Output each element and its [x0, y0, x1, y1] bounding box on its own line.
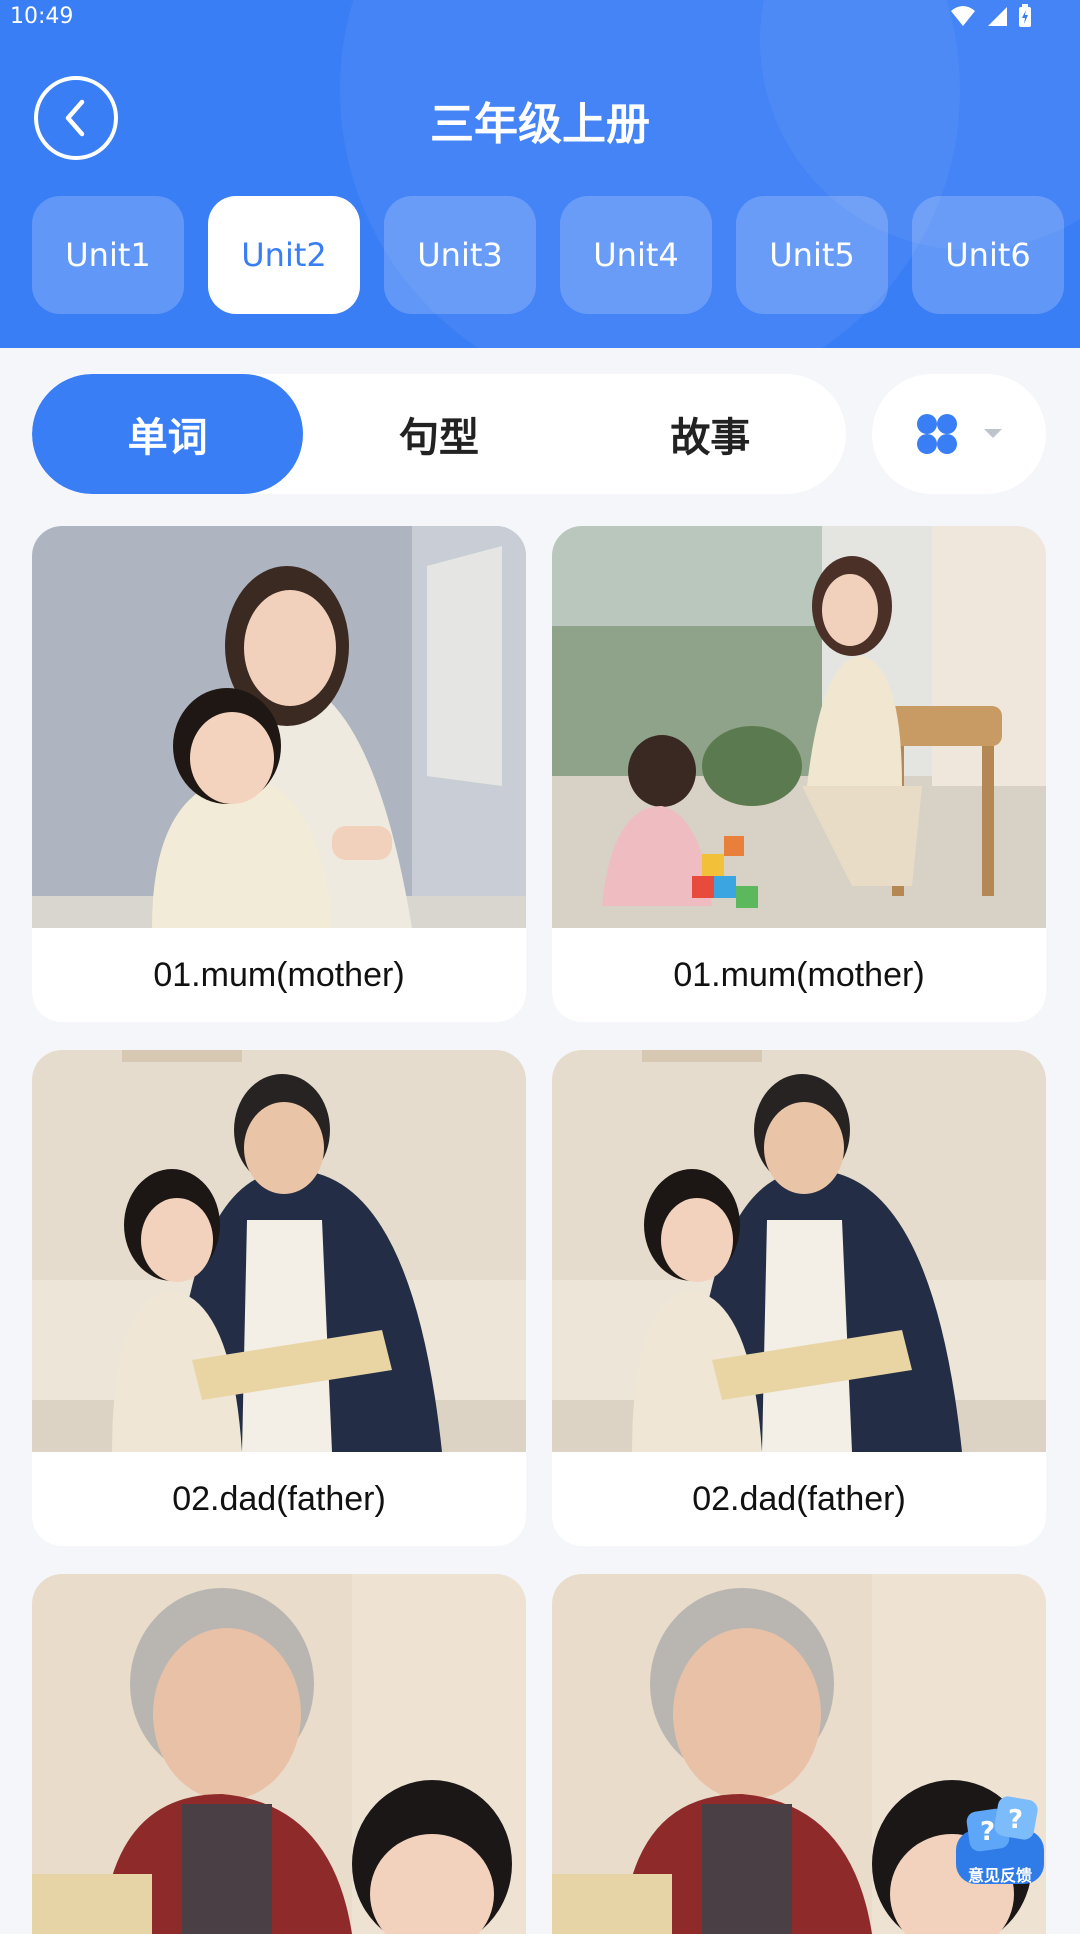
word-card[interactable]: 01.mum(mother)	[32, 526, 526, 1022]
word-card[interactable]: 01.mum(mother)	[552, 526, 1046, 1022]
card-image	[552, 1050, 1046, 1452]
svg-text:?: ?	[980, 1817, 995, 1847]
page-title: 三年级上册	[430, 99, 650, 150]
tab-unit6[interactable]: Unit6	[912, 196, 1064, 314]
word-card[interactable]: 02.dad(father)	[552, 1050, 1046, 1546]
card-caption: 01.mum(mother)	[153, 955, 405, 994]
tab-unit4[interactable]: Unit4	[560, 196, 712, 314]
tab-unit2[interactable]: Unit2	[208, 196, 360, 314]
card-caption: 01.mum(mother)	[673, 955, 925, 994]
wifi-icon	[951, 6, 975, 26]
battery-icon	[1019, 4, 1031, 27]
card-caption: 02.dad(father)	[692, 1479, 906, 1518]
status-time: 10:49	[10, 4, 74, 29]
card-image	[32, 1574, 526, 1934]
card-image	[32, 1050, 526, 1452]
card-caption: 02.dad(father)	[172, 1479, 386, 1518]
card-image	[552, 526, 1046, 928]
view-mode-dropdown[interactable]	[872, 374, 1046, 494]
word-card[interactable]	[32, 1574, 526, 1934]
card-image	[32, 526, 526, 928]
content-type-segment: 单词 句型 故事	[32, 374, 846, 494]
segment-words[interactable]: 单词	[32, 374, 304, 494]
unit-tabs: Unit1 Unit2 Unit3 Unit4 Unit5 Unit6	[32, 196, 1064, 314]
status-icons	[950, 4, 1032, 28]
signal-icon	[988, 7, 1007, 26]
tab-unit5[interactable]: Unit5	[736, 196, 888, 314]
chevron-down-icon	[984, 429, 1002, 438]
tab-unit3[interactable]: Unit3	[384, 196, 536, 314]
word-card[interactable]: 02.dad(father)	[32, 1050, 526, 1546]
tab-unit1[interactable]: Unit1	[32, 196, 184, 314]
grid-view-icon	[917, 414, 957, 454]
status-bar: 10:49	[0, 0, 1080, 34]
segment-sentences[interactable]: 句型	[303, 374, 574, 494]
segment-stories[interactable]: 故事	[575, 374, 846, 494]
svg-text:?: ?	[1008, 1805, 1023, 1835]
feedback-label: 意见反馈	[967, 1866, 1032, 1885]
header-bar: 10:49 三年级上册 Unit1 Unit2 Unit3 Unit4 Unit…	[0, 0, 1080, 348]
feedback-button[interactable]: ? ? 意见反馈	[950, 1790, 1050, 1890]
word-card-grid: 01.mum(mother) 01.mum(mother) 02.dad(fat…	[32, 526, 1046, 1934]
